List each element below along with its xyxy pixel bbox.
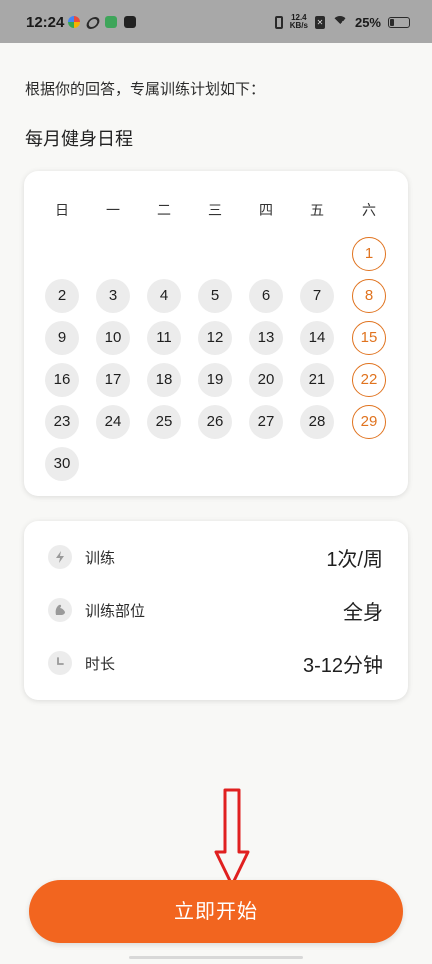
calendar-day[interactable]: 16 <box>45 363 79 397</box>
calendar-day[interactable]: 26 <box>198 405 232 439</box>
calendar-day-training[interactable]: 29 <box>352 405 386 439</box>
calendar-day-training[interactable]: 15 <box>352 321 386 355</box>
lightning-icon <box>48 545 72 569</box>
summary-value: 全身 <box>343 602 383 624</box>
summary-label: 时长 <box>85 655 116 673</box>
calendar-day[interactable]: 10 <box>96 321 130 355</box>
status-bar: 12:24 12.4 KB/s ✕ 25% <box>0 0 432 43</box>
annotation-arrow-icon <box>214 788 250 887</box>
summary-card: 训练 1次/周 训练部位 全身 时长 3-12分钟 <box>24 521 408 700</box>
calendar-day-training[interactable]: 22 <box>352 363 386 397</box>
calendar-day[interactable]: 19 <box>198 363 232 397</box>
app-icon <box>105 16 117 28</box>
calendar-day[interactable]: 9 <box>45 321 79 355</box>
calendar-day-training[interactable]: 8 <box>352 279 386 313</box>
no-sim-icon: ✕ <box>314 15 325 29</box>
start-button[interactable]: 立即开始 <box>29 880 403 943</box>
sync-icon <box>84 17 102 29</box>
weekday-label: 一 <box>106 203 120 219</box>
calendar-day[interactable]: 27 <box>249 405 283 439</box>
clock-icon <box>48 651 72 675</box>
calendar-day[interactable]: 6 <box>249 279 283 313</box>
calendar-day[interactable]: 14 <box>300 321 334 355</box>
battery-percent: 25% <box>354 14 381 30</box>
battery-level <box>390 18 394 26</box>
intro-text: 根据你的回答，专属训练计划如下： <box>25 80 266 98</box>
calendar-day[interactable]: 25 <box>147 405 181 439</box>
calendar-day[interactable]: 24 <box>96 405 130 439</box>
calendar-day[interactable]: 17 <box>96 363 130 397</box>
summary-row-body-part: 训练部位 全身 <box>24 593 408 627</box>
battery-icon <box>388 16 410 28</box>
status-time: 12:24 <box>26 14 65 31</box>
summary-label: 训练 <box>85 549 116 567</box>
summary-row-duration: 时长 3-12分钟 <box>24 646 408 680</box>
weekday-label: 三 <box>208 203 222 219</box>
home-indicator[interactable] <box>129 956 303 959</box>
weather-icon <box>68 16 80 28</box>
weekday-label: 日 <box>55 203 69 219</box>
calendar-day[interactable]: 23 <box>45 405 79 439</box>
calendar-day[interactable]: 28 <box>300 405 334 439</box>
calendar-day[interactable]: 3 <box>96 279 130 313</box>
status-right-group: 12.4 KB/s ✕ 25% <box>274 13 410 31</box>
weekday-label: 四 <box>259 203 273 219</box>
muscle-icon <box>48 598 72 622</box>
calendar-day[interactable]: 21 <box>300 363 334 397</box>
calendar-day[interactable]: 20 <box>249 363 283 397</box>
calendar-day[interactable]: 7 <box>300 279 334 313</box>
calendar-card: 日一二三四五六 1 2 3 4 5 6 7 8 9 10 11 12 13 14 15 16 17 18 19 20 21… <box>24 171 408 496</box>
weekday-label: 二 <box>157 203 171 219</box>
summary-label: 训练部位 <box>85 602 146 620</box>
message-icon <box>124 16 136 28</box>
calendar-day[interactable]: 11 <box>147 321 181 355</box>
weekday-label: 六 <box>362 203 376 219</box>
network-speed-unit: KB/s <box>289 21 308 30</box>
calendar-day[interactable]: 4 <box>147 279 181 313</box>
vibrate-icon <box>274 15 283 29</box>
calendar-day[interactable]: 13 <box>249 321 283 355</box>
wifi-icon <box>331 16 348 28</box>
summary-value: 3-12分钟 <box>302 655 383 677</box>
schedule-title: 每月健身日程 <box>25 129 133 150</box>
weekday-label: 五 <box>310 203 324 219</box>
calendar-day[interactable]: 18 <box>147 363 181 397</box>
calendar-day-training[interactable]: 1 <box>352 237 386 271</box>
calendar-day[interactable]: 5 <box>198 279 232 313</box>
summary-row-training: 训练 1次/周 <box>24 540 408 574</box>
network-speed: 12.4 KB/s <box>290 14 308 30</box>
calendar-day[interactable]: 2 <box>45 279 79 313</box>
calendar-day[interactable]: 30 <box>45 447 79 481</box>
calendar-day[interactable]: 12 <box>198 321 232 355</box>
summary-value: 1次/周 <box>326 549 383 571</box>
